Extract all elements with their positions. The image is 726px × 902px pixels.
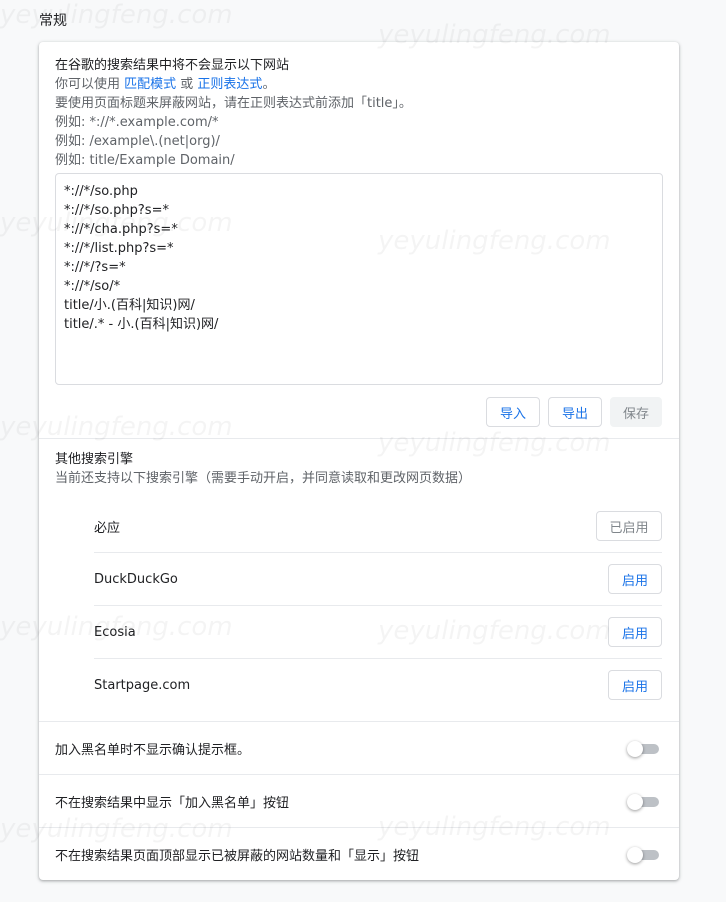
other-engines-header: 其他搜索引擎 当前还支持以下搜索引擎（需要手动开启，并同意读取和更改网页数据）	[55, 450, 471, 488]
engine-name: Ecosia	[94, 625, 136, 640]
intro-syntax-line: 你可以使用 匹配模式 或 正则表达式。	[55, 75, 665, 94]
settings-card: 在谷歌的搜索结果中将不会显示以下网站 你可以使用 匹配模式 或 正则表达式。 要…	[39, 42, 679, 880]
regex-link[interactable]: 正则表达式	[197, 77, 262, 92]
toggle-row-hide-block-button: 不在搜索结果中显示「加入黑名单」按钮	[39, 775, 679, 828]
intro-text: 。	[262, 77, 276, 92]
startpage-enable-button[interactable]: 启用	[608, 670, 662, 700]
section-title: 常规	[39, 13, 67, 29]
engine-row-startpage: Startpage.com 启用	[94, 659, 662, 712]
engine-row-bing: 必应 已启用	[94, 500, 662, 553]
intro-example: 例如: title/Example Domain/	[55, 153, 235, 168]
blocklist-intro: 在谷歌的搜索结果中将不会显示以下网站 你可以使用 匹配模式 或 正则表达式。 要…	[55, 56, 665, 170]
save-button[interactable]: 保存	[610, 397, 662, 427]
match-pattern-link[interactable]: 匹配模式	[124, 77, 176, 92]
engine-row-ecosia: Ecosia 启用	[94, 606, 662, 659]
toggle-knob	[627, 847, 643, 863]
toggle-knob	[627, 741, 643, 757]
blocklist-textarea[interactable]: *://*/so.php *://*/so.php?s=* *://*/cha.…	[55, 173, 663, 385]
toggle-row-skip-confirm: 加入黑名单时不显示确认提示框。	[39, 722, 679, 775]
engine-row-duckduckgo: DuckDuckGo 启用	[94, 553, 662, 606]
toggle-label: 不在搜索结果页面顶部显示已被屏蔽的网站数量和「显示」按钮	[55, 849, 420, 864]
bing-enabled-button[interactable]: 已启用	[596, 511, 662, 541]
toggle-knob	[627, 794, 643, 810]
engine-name: DuckDuckGo	[94, 572, 178, 587]
intro-text: 或	[176, 77, 198, 92]
import-button[interactable]: 导入	[486, 397, 540, 427]
hide-blocked-count-toggle[interactable]	[627, 847, 659, 863]
intro-text: 你可以使用	[55, 77, 125, 92]
duckduckgo-enable-button[interactable]: 启用	[608, 564, 662, 594]
intro-title-hint: 要使用页面标题来屏蔽网站，请在正则表达式前添加「title」。	[55, 96, 412, 111]
intro-example: 例如: *://*.example.com/*	[55, 115, 219, 130]
engine-name: 必应	[94, 521, 121, 536]
export-button[interactable]: 导出	[548, 397, 602, 427]
watermark: yeyulingfeng.com	[0, 0, 233, 30]
divider	[39, 438, 679, 439]
toggle-label: 加入黑名单时不显示确认提示框。	[55, 743, 251, 758]
intro-heading: 在谷歌的搜索结果中将不会显示以下网站	[55, 58, 290, 73]
intro-example: 例如: /example\.(net|org)/	[55, 134, 220, 149]
toggle-label: 不在搜索结果中显示「加入黑名单」按钮	[55, 796, 290, 811]
other-engines-subtitle: 当前还支持以下搜索引擎（需要手动开启，并同意读取和更改网页数据）	[55, 471, 472, 486]
engine-name: Startpage.com	[94, 678, 191, 693]
toggle-row-hide-blocked-count: 不在搜索结果页面顶部显示已被屏蔽的网站数量和「显示」按钮	[39, 828, 679, 881]
ecosia-enable-button[interactable]: 启用	[608, 617, 662, 647]
other-engines-title: 其他搜索引擎	[55, 452, 134, 467]
hide-block-button-toggle[interactable]	[627, 794, 659, 810]
skip-confirm-toggle[interactable]	[627, 741, 659, 757]
